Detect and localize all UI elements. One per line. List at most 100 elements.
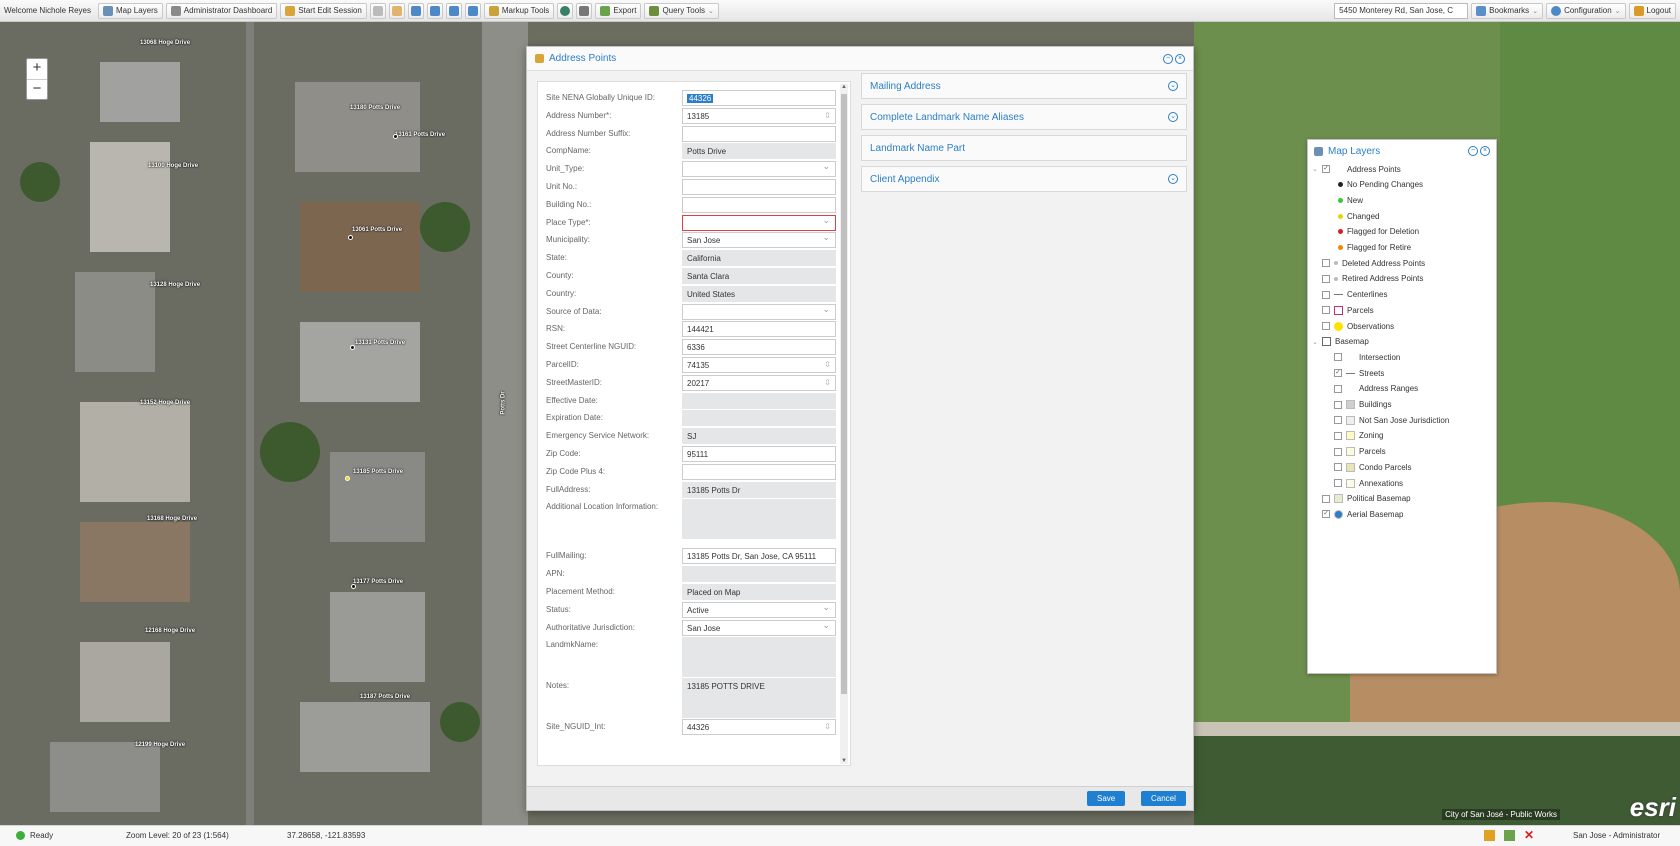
layer-item[interactable]: ⌄ Basemap <box>1312 335 1369 349</box>
scroll-up-icon[interactable]: ▲ <box>840 84 848 90</box>
field-input[interactable]: San Jose <box>682 619 836 636</box>
markup-tools-button[interactable]: Markup Tools <box>483 2 555 19</box>
pencil-icon[interactable] <box>1484 830 1495 841</box>
layer-checkbox[interactable] <box>1334 353 1342 362</box>
layer-item[interactable]: New <box>1338 193 1363 207</box>
field-input[interactable]: 6336 <box>682 339 836 356</box>
globe-button[interactable] <box>557 2 574 19</box>
field-input[interactable]: 95111 <box>682 446 836 462</box>
layer-item[interactable]: Centerlines <box>1312 288 1387 302</box>
expand-icon[interactable]: ⌄ <box>1168 112 1178 122</box>
address-point[interactable] <box>350 345 355 350</box>
layer-item[interactable]: ✓ Aerial Basemap <box>1312 507 1403 521</box>
address-point[interactable] <box>351 584 356 589</box>
layer-checkbox[interactable] <box>1322 306 1330 315</box>
chevron-down-icon[interactable]: ⌄ <box>1312 165 1318 173</box>
field-input[interactable]: 44326 <box>682 90 836 106</box>
admin-dashboard-button[interactable]: Administrator Dashboard <box>165 2 278 19</box>
layer-checkbox[interactable] <box>1334 416 1342 425</box>
layer-checkbox[interactable] <box>1334 479 1342 487</box>
layer-checkbox[interactable] <box>1334 431 1342 440</box>
layer-item[interactable]: Retired Address Points <box>1312 272 1423 286</box>
layer-item[interactable]: ⌄ ✓ Address Points <box>1312 162 1401 176</box>
layer-checkbox[interactable] <box>1334 463 1342 472</box>
logout-button[interactable]: Logout <box>1628 2 1676 19</box>
chevron-down-icon[interactable]: ⌄ <box>1312 338 1318 346</box>
close-icon[interactable]: × <box>1480 146 1490 156</box>
configuration-button[interactable]: Configuration ⌄ <box>1546 2 1626 19</box>
expand-icon[interactable]: ⌄ <box>1168 174 1178 184</box>
field-input[interactable] <box>682 214 836 231</box>
layer-checkbox[interactable] <box>1322 274 1330 283</box>
collapse-icon[interactable]: − <box>1163 53 1173 64</box>
field-input[interactable] <box>682 125 836 142</box>
field-input[interactable]: 13185 Potts Dr, San Jose, CA 95111 <box>682 548 836 565</box>
layer-checkbox[interactable]: ✓ <box>1322 165 1330 173</box>
layer-item[interactable]: Flagged for Deletion <box>1338 225 1419 239</box>
zoom-out-button[interactable]: − <box>27 79 47 99</box>
collapse-icon[interactable]: − <box>1468 146 1478 156</box>
field-input[interactable] <box>682 303 836 320</box>
section-mailing-address[interactable]: Mailing Address ⌄ <box>861 73 1187 99</box>
next-extent-button[interactable] <box>464 2 481 19</box>
zoom-in-button[interactable] <box>407 2 424 19</box>
field-input[interactable]: Active <box>682 601 836 618</box>
section-client-appendix[interactable]: Client Appendix ⌄ <box>861 166 1187 192</box>
zoom-in-button[interactable]: + <box>27 59 47 79</box>
layer-checkbox[interactable]: ✓ <box>1322 510 1330 519</box>
map-layers-button[interactable]: Map Layers <box>98 2 163 19</box>
layer-checkbox[interactable] <box>1322 494 1330 503</box>
layer-item[interactable]: No Pending Changes <box>1338 178 1423 192</box>
form-scrollbar[interactable]: ▲ ▼ <box>840 84 848 764</box>
query-tools-button[interactable]: Query Tools ⌄ <box>644 2 719 19</box>
previous-extent-button[interactable] <box>445 2 462 19</box>
sync-icon[interactable] <box>1504 830 1515 841</box>
field-input[interactable] <box>682 161 836 178</box>
layer-item[interactable]: Political Basemap <box>1312 492 1411 506</box>
layer-checkbox[interactable] <box>1322 290 1330 299</box>
identify-button[interactable] <box>369 2 386 19</box>
layer-item[interactable]: Intersection <box>1334 350 1400 364</box>
field-input[interactable] <box>682 196 836 213</box>
layer-checkbox[interactable]: ✓ <box>1334 369 1342 378</box>
field-input[interactable]: San Jose <box>682 232 836 249</box>
field-input[interactable] <box>682 179 836 195</box>
layer-item[interactable]: Address Ranges <box>1334 382 1418 396</box>
layer-item[interactable]: ✓ Streets <box>1334 366 1384 380</box>
address-point[interactable] <box>348 235 353 240</box>
address-point[interactable] <box>393 134 398 139</box>
field-input[interactable]: 13185 <box>682 107 836 124</box>
layer-item[interactable]: Changed <box>1338 209 1379 223</box>
field-input[interactable] <box>682 463 836 480</box>
section-landmark-name-part[interactable]: Landmark Name Part <box>861 135 1187 161</box>
field-input[interactable]: 20217 <box>682 374 836 391</box>
layer-checkbox[interactable] <box>1322 259 1330 268</box>
layer-item[interactable]: Buildings <box>1334 398 1391 412</box>
layer-item[interactable]: Not San Jose Jurisdiction <box>1334 413 1449 427</box>
scroll-down-icon[interactable]: ▼ <box>840 758 848 764</box>
layer-checkbox[interactable] <box>1322 322 1330 330</box>
bookmarks-button[interactable]: Bookmarks ⌄ <box>1471 2 1544 19</box>
save-button[interactable]: Save <box>1087 791 1126 806</box>
field-input[interactable]: 44326 <box>682 719 836 736</box>
layer-item[interactable]: Observations <box>1312 319 1394 333</box>
selected-text[interactable]: 44326 <box>687 94 714 103</box>
close-icon[interactable]: × <box>1175 53 1185 64</box>
print-button[interactable] <box>576 2 593 19</box>
expand-icon[interactable]: ⌄ <box>1168 81 1178 91</box>
export-button[interactable]: Export <box>595 2 642 19</box>
field-input[interactable]: 144421 <box>682 321 836 338</box>
layer-item[interactable]: Deleted Address Points <box>1312 256 1425 270</box>
layer-checkbox[interactable] <box>1334 447 1342 456</box>
layer-checkbox[interactable] <box>1334 400 1342 409</box>
address-search-input[interactable]: 5450 Monterey Rd, San Jose, C <box>1334 2 1469 19</box>
layer-item[interactable]: Annexations <box>1334 476 1403 490</box>
pan-button[interactable] <box>388 2 405 19</box>
layer-item[interactable]: Flagged for Retire <box>1338 241 1411 255</box>
section-complete-landmark-name-aliases[interactable]: Complete Landmark Name Aliases ⌄ <box>861 104 1187 130</box>
zoom-out-button[interactable] <box>426 2 443 19</box>
start-edit-session-button[interactable]: Start Edit Session <box>280 2 367 19</box>
layer-item[interactable]: Parcels <box>1334 445 1386 459</box>
cancel-button[interactable]: Cancel <box>1141 791 1186 806</box>
layer-item[interactable]: Condo Parcels <box>1334 460 1411 474</box>
